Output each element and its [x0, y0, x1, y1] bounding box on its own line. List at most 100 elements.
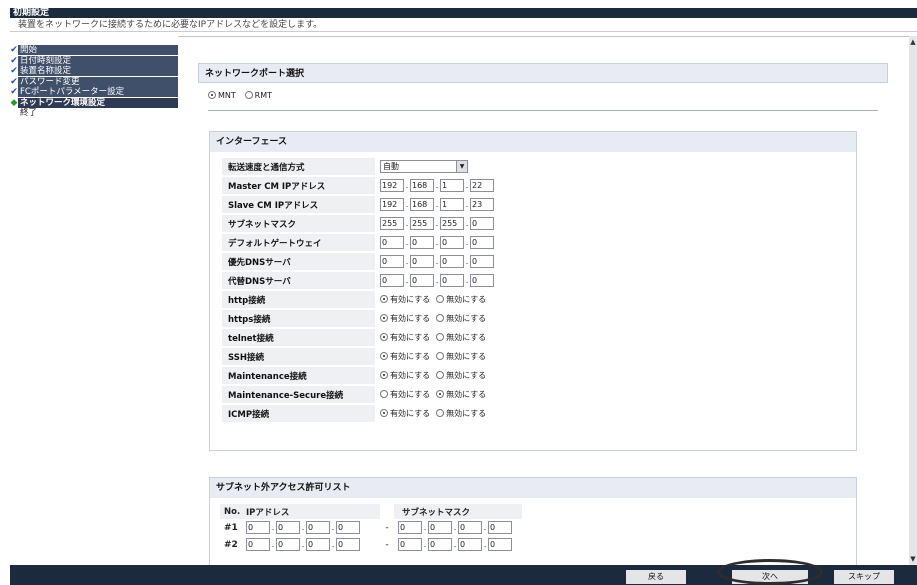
ip-octet-input[interactable]: 0: [380, 236, 404, 249]
dns-alt-field: 0.0.0.0: [375, 272, 494, 289]
sidebar-item-0[interactable]: ✔ 開始: [10, 45, 178, 55]
sidebar-item-label: 開始: [20, 45, 38, 55]
radio-port-mnt[interactable]: MNT: [208, 91, 236, 100]
radio-disable-indicator[interactable]: [436, 409, 445, 417]
ip-octet-input[interactable]: 0: [380, 255, 404, 268]
toggle-options: 有効にする 無効にする: [375, 386, 494, 403]
ip-octet-input[interactable]: 0: [488, 521, 512, 534]
radio-enable-indicator[interactable]: [380, 333, 388, 341]
row-number: #1: [224, 522, 238, 533]
radio-disable[interactable]: 無効にする: [436, 295, 486, 304]
radio-enable[interactable]: 有効にする: [380, 314, 430, 323]
radio-disable-indicator[interactable]: [436, 314, 445, 322]
ip-octet-input[interactable]: 23: [470, 198, 494, 211]
ip-octet-input[interactable]: 0: [306, 521, 330, 534]
ip-octet-input[interactable]: 0: [336, 538, 360, 551]
sidebar-item-label: FCポートパラメーター設定: [20, 87, 125, 97]
radio-enable-indicator[interactable]: [380, 352, 388, 360]
radio-enable[interactable]: 有効にする: [380, 390, 430, 399]
radio-enable[interactable]: 有効にする: [380, 371, 430, 380]
ip-octet-input[interactable]: 255: [380, 217, 404, 230]
radio-rmt-indicator[interactable]: [244, 91, 253, 99]
ip-octet-input[interactable]: 0: [458, 538, 482, 551]
ip-octet-input[interactable]: 0: [470, 255, 494, 268]
sidebar-item-4[interactable]: ✔ FCポートパラメーター設定: [10, 87, 178, 97]
radio-enable-indicator[interactable]: [380, 390, 388, 398]
scroll-down-icon[interactable]: ▼: [909, 555, 917, 563]
radio-disable[interactable]: 無効にする: [436, 409, 486, 418]
scroll-up-icon[interactable]: ▲: [909, 38, 917, 46]
ip-octet-input[interactable]: 255: [440, 217, 464, 230]
radio-enable-label: 有効にする: [390, 295, 431, 304]
skip-button[interactable]: スキップ: [834, 570, 894, 584]
speed-label: 転送速度と通信方式: [222, 158, 375, 175]
radio-disable[interactable]: 無効にする: [436, 333, 486, 342]
check-icon: ✔: [10, 76, 18, 87]
radio-disable-indicator[interactable]: [436, 390, 445, 398]
ip-octet-input[interactable]: 0: [470, 217, 494, 230]
radio-enable-indicator[interactable]: [380, 409, 388, 417]
ip-octet-input[interactable]: 168: [410, 179, 434, 192]
ip-octet-input[interactable]: 0: [246, 538, 270, 551]
speed-select[interactable]: 自動 ▼: [380, 160, 468, 173]
radio-enable-indicator[interactable]: [380, 314, 388, 322]
ip-octet-input[interactable]: 0: [276, 538, 300, 551]
toggle-label: https接続: [222, 310, 375, 327]
ip-octet-input[interactable]: 0: [410, 274, 434, 287]
radio-enable[interactable]: 有効にする: [380, 295, 430, 304]
radio-port-rmt[interactable]: RMT: [244, 91, 272, 100]
ip-octet-input[interactable]: 0: [440, 255, 464, 268]
range-separator: -: [385, 539, 389, 550]
ip-octet-input[interactable]: 0: [440, 274, 464, 287]
ip-octet-input[interactable]: 192: [380, 179, 404, 192]
ip-octet-input[interactable]: 0: [276, 521, 300, 534]
ip-octet-input[interactable]: 0: [410, 255, 434, 268]
radio-disable-indicator[interactable]: [436, 371, 445, 379]
back-button[interactable]: 戻る: [626, 570, 686, 584]
sidebar-item-3[interactable]: ✔ パスワード変更: [10, 76, 178, 87]
ip-octet-input[interactable]: 0: [410, 236, 434, 249]
radio-disable[interactable]: 無効にする: [436, 352, 486, 361]
radio-enable[interactable]: 有効にする: [380, 409, 430, 418]
radio-enable-indicator[interactable]: [380, 371, 388, 379]
sidebar-item-6[interactable]: 終了: [10, 108, 178, 118]
dropdown-arrow-icon[interactable]: ▼: [456, 161, 467, 172]
ip-octet-input[interactable]: 0: [336, 521, 360, 534]
radio-enable[interactable]: 有効にする: [380, 352, 430, 361]
toggle-label: ICMP接続: [222, 405, 375, 422]
radio-disable[interactable]: 無効にする: [436, 390, 486, 399]
radio-disable[interactable]: 無効にする: [436, 314, 486, 323]
ip-octet-input[interactable]: 0: [428, 538, 452, 551]
ip-octet-input[interactable]: 0: [470, 274, 494, 287]
ip-octet-input[interactable]: 0: [470, 236, 494, 249]
ip-octet-input[interactable]: 1: [440, 179, 464, 192]
ip-octet-input[interactable]: 255: [410, 217, 434, 230]
ip-octet-input[interactable]: 0: [488, 538, 512, 551]
ip-octet-input[interactable]: 0: [398, 521, 422, 534]
radio-disable-indicator[interactable]: [436, 333, 445, 341]
toggle-label: Maintenance-Secure接続: [222, 386, 375, 403]
ip-octet-input[interactable]: 1: [440, 198, 464, 211]
toggle-row: http接続 有効にする 無効にする: [222, 291, 494, 308]
ip-octet-input[interactable]: 0: [428, 521, 452, 534]
subnet-access-header-row: No. IPアドレス サブネットマスク: [220, 504, 522, 519]
sidebar-item-5[interactable]: ◆ ネットワーク環境設定: [10, 97, 178, 108]
ip-octet-input[interactable]: 0: [398, 538, 422, 551]
ip-octet-input[interactable]: 0: [380, 274, 404, 287]
sidebar-item-2[interactable]: ✔ 装置名称設定: [10, 66, 178, 76]
radio-enable[interactable]: 有効にする: [380, 333, 430, 342]
ip-octet-input[interactable]: 168: [410, 198, 434, 211]
ip-octet-input[interactable]: 192: [380, 198, 404, 211]
ip-octet-input[interactable]: 0: [458, 521, 482, 534]
ip-octet-input[interactable]: 0: [306, 538, 330, 551]
ip-octet-input[interactable]: 0: [246, 521, 270, 534]
ip-octet-input[interactable]: 22: [470, 179, 494, 192]
ip-octet-input[interactable]: 0: [440, 236, 464, 249]
vertical-scrollbar[interactable]: ▲ ▼: [909, 36, 917, 565]
radio-disable-indicator[interactable]: [436, 352, 445, 360]
radio-enable-indicator[interactable]: [380, 295, 388, 303]
radio-disable[interactable]: 無効にする: [436, 371, 486, 380]
sidebar-item-1[interactable]: ✔ 日付時刻設定: [10, 55, 178, 66]
radio-disable-indicator[interactable]: [436, 295, 445, 303]
radio-mnt-indicator[interactable]: [208, 91, 216, 99]
